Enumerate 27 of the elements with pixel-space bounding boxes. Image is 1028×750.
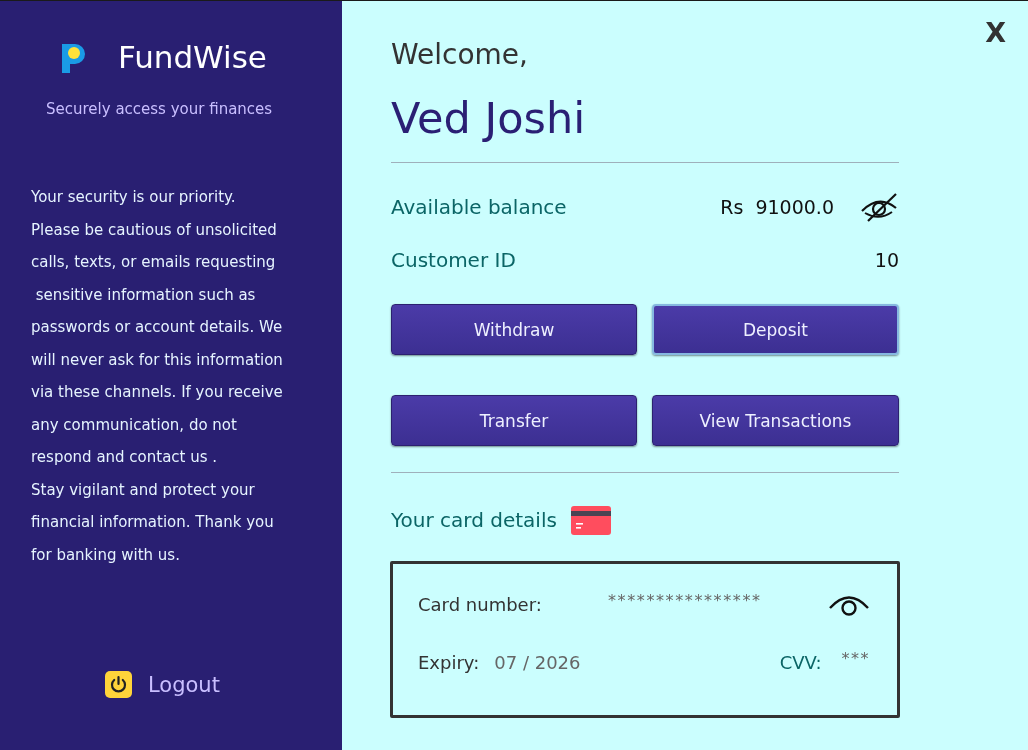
close-button[interactable]: X bbox=[983, 17, 1008, 49]
security-notice: Your security is our priority. Please be cautious of unsolicited calls, texts, or emails requesting sensitive information such as passwords or account details. We will never ask for this information via these channels. If you receive any communication, do not respond and contact us . Stay vigilant and protect your financial information. Thank you for banking with us. bbox=[31, 187, 283, 566]
customer-id-label: Customer ID bbox=[391, 247, 516, 274]
customer-id-value: 10 bbox=[874, 248, 899, 273]
balance-amount: 91000.0 bbox=[755, 195, 834, 220]
user-name: Ved Joshi bbox=[391, 92, 587, 144]
balance-label: Available balance bbox=[391, 194, 567, 221]
cvv-label: CVV: bbox=[779, 651, 822, 675]
action-button[interactable]: Deposit bbox=[652, 304, 899, 355]
card-number-label: Card number: bbox=[418, 593, 543, 617]
tagline: Securely access your finances bbox=[46, 99, 273, 119]
cvv-value: *** bbox=[841, 648, 870, 670]
welcome-text: Welcome, bbox=[391, 38, 529, 72]
expiry-value: 07 / 2026 bbox=[494, 651, 581, 675]
card-number-value: **************** bbox=[608, 590, 763, 612]
action-button[interactable]: Withdraw bbox=[391, 304, 637, 355]
action-button[interactable]: View Transactions bbox=[652, 395, 899, 446]
eye-slash-icon[interactable] bbox=[859, 191, 899, 223]
power-icon bbox=[105, 671, 132, 698]
brand-name: FundWise bbox=[118, 39, 267, 75]
action-button[interactable]: Transfer bbox=[391, 395, 637, 446]
credit-card-icon bbox=[570, 505, 611, 535]
expiry-label: Expiry: bbox=[418, 651, 480, 675]
card-details-heading: Your card details bbox=[391, 507, 557, 534]
eye-icon[interactable] bbox=[828, 593, 870, 617]
currency-label: Rs bbox=[720, 195, 744, 220]
logout-button[interactable]: Logout bbox=[105, 671, 220, 698]
